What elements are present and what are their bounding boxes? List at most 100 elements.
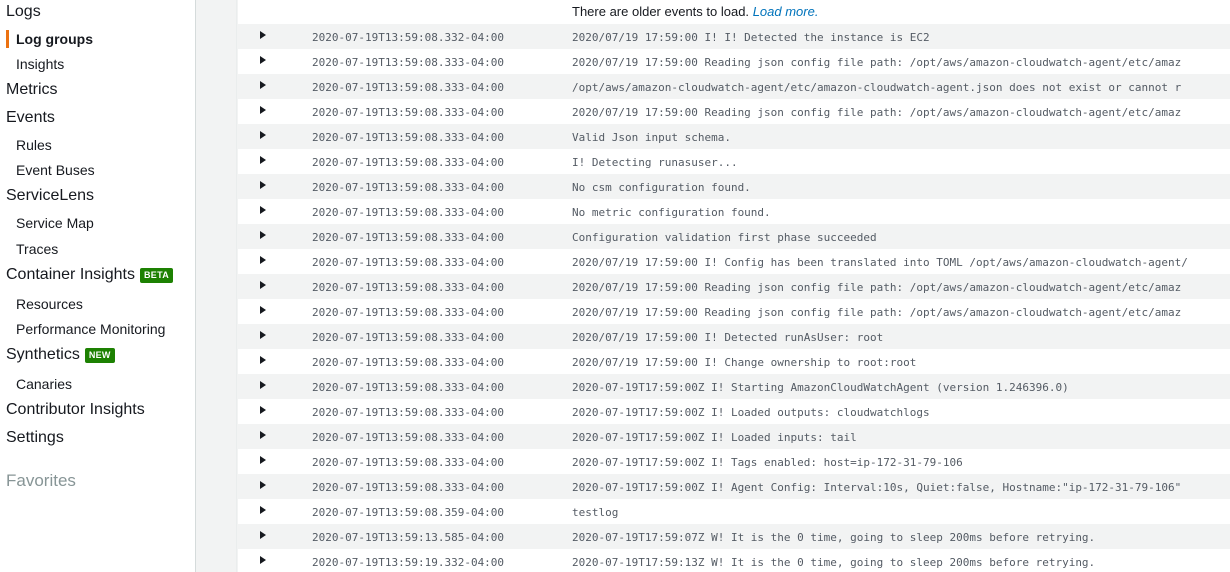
event-timestamp: 2020-07-19T13:59:08.333-04:00 [312, 231, 505, 244]
table-row[interactable]: 2020-07-19T13:59:08.333-04:00 Configurati… [238, 224, 1230, 249]
nav-events-label: Events [6, 109, 55, 126]
event-timestamp: 2020-07-19T13:59:08.333-04:00 [312, 106, 505, 119]
table-row[interactable]: 2020-07-19T13:59:08.333-04:00 2020/07/19 … [238, 49, 1230, 74]
event-timestamp: 2020-07-19T13:59:08.333-04:00 [312, 481, 505, 494]
expand-caret-icon[interactable] [260, 81, 266, 89]
expand-caret-icon[interactable] [260, 56, 266, 64]
expand-caret-icon[interactable] [260, 406, 266, 414]
table-row[interactable]: 2020-07-19T13:59:08.333-04:00 2020-07-19T… [238, 424, 1230, 449]
expand-caret-icon[interactable] [260, 356, 266, 364]
table-row[interactable]: 2020-07-19T13:59:08.333-04:00 No csm conf… [238, 174, 1230, 199]
event-timestamp: 2020-07-19T13:59:08.333-04:00 [312, 156, 505, 169]
table-row[interactable]: 2020-07-19T13:59:08.359-04:00 testlog [238, 499, 1230, 524]
nav-container-insights[interactable]: Container Insights BETA [6, 266, 174, 284]
table-row[interactable]: 2020-07-19T13:59:08.333-04:00 2020/07/19 … [238, 299, 1230, 324]
event-message: No metric configuration found. [572, 206, 771, 219]
event-timestamp: 2020-07-19T13:59:08.333-04:00 [312, 81, 505, 94]
event-message: I! Detecting runasuser... [572, 156, 738, 169]
event-message: 2020-07-19T17:59:13Z W! It is the 0 time… [572, 556, 1096, 569]
event-timestamp: 2020-07-19T13:59:08.333-04:00 [312, 431, 505, 444]
table-row[interactable]: 2020-07-19T13:59:08.333-04:00 2020-07-19T… [238, 474, 1230, 499]
table-row[interactable]: 2020-07-19T13:59:08.333-04:00 2020-07-19T… [238, 399, 1230, 424]
event-message: 2020/07/19 17:59:00 Reading json config … [572, 281, 1182, 294]
expand-caret-icon[interactable] [260, 156, 266, 164]
nav-service-map[interactable]: Service Map [16, 215, 94, 231]
nav-servicelens[interactable]: ServiceLens [6, 187, 94, 205]
nav-events[interactable]: Events [6, 109, 55, 127]
expand-caret-icon[interactable] [260, 556, 266, 564]
nav-settings-label: Settings [6, 429, 64, 446]
table-row[interactable]: 2020-07-19T13:59:08.333-04:00 2020-07-19T… [238, 374, 1230, 399]
event-message: Valid Json input schema. [572, 131, 731, 144]
nav-traces[interactable]: Traces [16, 241, 58, 257]
table-row[interactable]: 2020-07-19T13:59:08.333-04:00 2020/07/19 … [238, 324, 1230, 349]
event-timestamp: 2020-07-19T13:59:08.359-04:00 [312, 506, 505, 519]
new-badge: NEW [84, 347, 115, 363]
expand-caret-icon[interactable] [260, 506, 266, 514]
event-message: 2020/07/19 17:59:00 Reading json config … [572, 306, 1182, 319]
expand-caret-icon[interactable] [260, 481, 266, 489]
nav-settings[interactable]: Settings [6, 429, 64, 447]
beta-badge: BETA [139, 267, 174, 283]
table-row[interactable]: 2020-07-19T13:59:08.333-04:00 Valid Json … [238, 124, 1230, 149]
nav-performance-monitoring[interactable]: Performance Monitoring [16, 321, 165, 337]
sidebar: Logs Log groups Insights Metrics Events … [0, 0, 196, 572]
nav-canaries[interactable]: Canaries [16, 376, 72, 392]
table-row[interactable]: 2020-07-19T13:59:08.333-04:00 2020/07/19 … [238, 99, 1230, 124]
favorites-heading: Favorites [6, 471, 76, 490]
table-row[interactable]: 2020-07-19T13:59:08.333-04:00 2020/07/19 … [238, 274, 1230, 299]
expand-caret-icon[interactable] [260, 106, 266, 114]
event-message: 2020/07/19 17:59:00 I! I! Detected the i… [572, 31, 930, 44]
expand-caret-icon[interactable] [260, 231, 266, 239]
nav-synthetics[interactable]: Synthetics NEW [6, 346, 115, 364]
nav-insights[interactable]: Insights [16, 56, 64, 72]
expand-caret-icon[interactable] [260, 381, 266, 389]
older-events-text: There are older events to load. [572, 4, 750, 19]
nav-event-buses[interactable]: Event Buses [16, 162, 95, 178]
load-more-link[interactable]: Load more. [753, 4, 819, 19]
table-row[interactable]: 2020-07-19T13:59:08.333-04:00 2020-07-19T… [238, 449, 1230, 474]
expand-caret-icon[interactable] [260, 431, 266, 439]
event-timestamp: 2020-07-19T13:59:08.333-04:00 [312, 306, 505, 319]
event-message: testlog [572, 506, 619, 519]
event-message: 2020-07-19T17:59:00Z I! Loaded inputs: t… [572, 431, 857, 444]
nav-contributor-insights[interactable]: Contributor Insights [6, 401, 145, 419]
nav-logs[interactable]: Logs [6, 3, 41, 21]
event-message: 2020-07-19T17:59:00Z I! Starting AmazonC… [572, 381, 1069, 394]
expand-caret-icon[interactable] [260, 181, 266, 189]
table-row[interactable]: 2020-07-19T13:59:08.332-04:00 2020/07/19 … [238, 24, 1230, 49]
expand-caret-icon[interactable] [260, 331, 266, 339]
nav-contributor-insights-label: Contributor Insights [6, 401, 145, 418]
event-message: 2020-07-19T17:59:00Z I! Loaded outputs: … [572, 406, 930, 419]
event-timestamp: 2020-07-19T13:59:08.333-04:00 [312, 381, 505, 394]
table-row[interactable]: 2020-07-19T13:59:08.333-04:00 2020/07/19 … [238, 249, 1230, 274]
table-row[interactable]: 2020-07-19T13:59:08.333-04:00 I! Detectin… [238, 149, 1230, 174]
event-timestamp: 2020-07-19T13:59:19.332-04:00 [312, 556, 505, 569]
event-message: Configuration validation first phase suc… [572, 231, 877, 244]
expand-caret-icon[interactable] [260, 256, 266, 264]
event-timestamp: 2020-07-19T13:59:08.333-04:00 [312, 456, 505, 469]
nav-resources[interactable]: Resources [16, 296, 83, 312]
event-timestamp: 2020-07-19T13:59:08.333-04:00 [312, 56, 505, 69]
event-timestamp: 2020-07-19T13:59:08.333-04:00 [312, 356, 505, 369]
nav-metrics[interactable]: Metrics [6, 81, 58, 99]
expand-caret-icon[interactable] [260, 306, 266, 314]
expand-caret-icon[interactable] [260, 531, 266, 539]
nav-logs-label: Logs [6, 3, 41, 20]
nav-rules[interactable]: Rules [16, 137, 52, 153]
nav-log-groups[interactable]: Log groups [6, 30, 93, 48]
event-timestamp: 2020-07-19T13:59:08.333-04:00 [312, 256, 505, 269]
event-timestamp: 2020-07-19T13:59:08.333-04:00 [312, 406, 505, 419]
event-message: No csm configuration found. [572, 181, 751, 194]
table-row[interactable]: 2020-07-19T13:59:08.333-04:00 2020/07/19 … [238, 349, 1230, 374]
event-message: 2020/07/19 17:59:00 I! Detected runAsUse… [572, 331, 884, 344]
table-row[interactable]: 2020-07-19T13:59:08.333-04:00 No metric c… [238, 199, 1230, 224]
table-row[interactable]: 2020-07-19T13:59:19.332-04:00 2020-07-19T… [238, 549, 1230, 572]
expand-caret-icon[interactable] [260, 281, 266, 289]
expand-caret-icon[interactable] [260, 206, 266, 214]
expand-caret-icon[interactable] [260, 31, 266, 39]
table-row[interactable]: 2020-07-19T13:59:13.585-04:00 2020-07-19T… [238, 524, 1230, 549]
table-row[interactable]: 2020-07-19T13:59:08.333-04:00/opt/aws/am… [238, 74, 1230, 99]
expand-caret-icon[interactable] [260, 456, 266, 464]
expand-caret-icon[interactable] [260, 131, 266, 139]
